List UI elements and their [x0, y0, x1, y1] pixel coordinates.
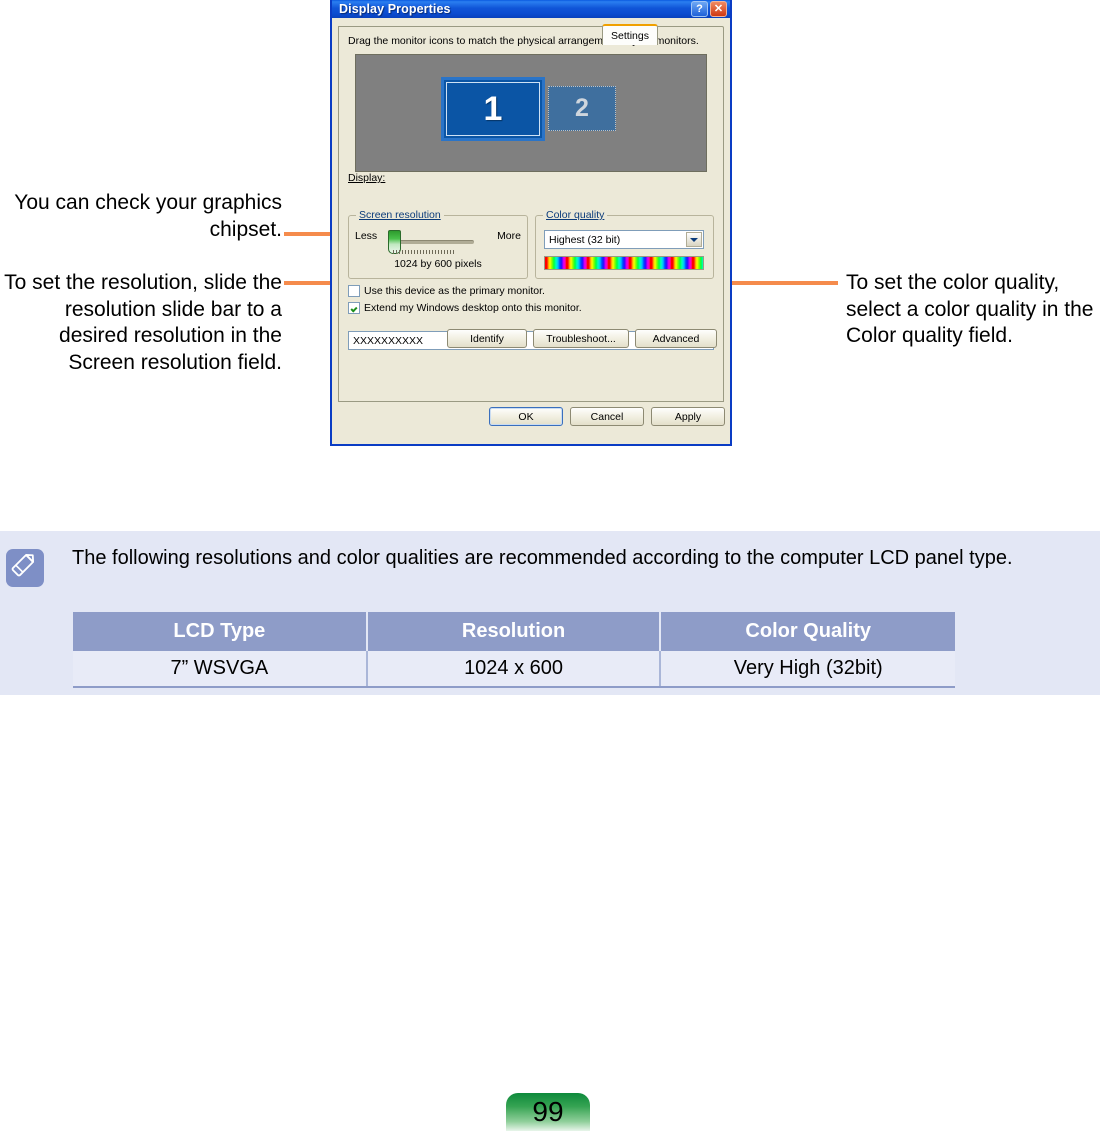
cell-color-quality: Very High (32bit) — [660, 651, 955, 688]
table-header-resolution: Resolution — [366, 612, 662, 651]
help-icon[interactable]: ? — [691, 1, 708, 17]
color-quality-group: Color quality Highest (32 bit) — [535, 209, 714, 279]
monitor-2-number: 2 — [575, 94, 589, 122]
titlebar-buttons: ? ✕ — [691, 1, 727, 17]
pencil-icon — [6, 549, 44, 587]
display-select-value: XXXXXXXXXX — [353, 334, 424, 347]
cancel-button[interactable]: Cancel — [570, 407, 644, 426]
table-header-color-quality: Color Quality — [660, 612, 955, 651]
dialog-title: Display Properties — [339, 2, 451, 16]
checkbox-extend-desktop-label: Extend my Windows desktop onto this moni… — [364, 302, 582, 314]
checkbox-extend-desktop-box[interactable] — [348, 302, 360, 314]
color-spectrum-bar — [544, 256, 704, 270]
screen-resolution-group-title: Screen resolution — [356, 209, 444, 221]
table-row: 7” WSVGA 1024 x 600 Very High (32bit) — [73, 651, 955, 688]
settings-tab-page: Drag the monitor icons to match the phys… — [338, 26, 724, 402]
ok-button[interactable]: OK — [489, 407, 563, 426]
display-label-text: Display: — [348, 172, 386, 184]
note-text: The following resolutions and color qual… — [72, 547, 1013, 569]
lcd-panel-table: LCD Type Resolution Color Quality 7” WSV… — [73, 612, 955, 688]
callout-screen-resolution: To set the resolution, slide the resolut… — [4, 271, 282, 374]
cell-resolution: 1024 x 600 — [366, 651, 662, 688]
apply-button[interactable]: Apply — [651, 407, 725, 426]
monitor-arrangement-hint: Drag the monitor icons to match the phys… — [348, 35, 699, 47]
screen-resolution-group: Screen resolution Less More 1024 by 600 … — [348, 209, 528, 279]
color-quality-group-title: Color quality — [543, 209, 608, 221]
display-label: Display: — [348, 172, 385, 184]
checkbox-primary-monitor-label: Use this device as the primary monitor. — [364, 285, 545, 297]
resolution-less-label: Less — [355, 230, 378, 242]
dialog-titlebar: Display Properties ? ✕ — [332, 0, 730, 18]
callout-graphics-chipset: You can check your graphics chipset. — [14, 191, 282, 241]
identify-button[interactable]: Identify — [447, 329, 527, 348]
cell-lcd-type: 7” WSVGA — [73, 651, 368, 688]
table-header-row: LCD Type Resolution Color Quality — [73, 612, 955, 651]
resolution-slider-track[interactable] — [392, 240, 474, 244]
color-quality-select[interactable]: Highest (32 bit) — [544, 230, 704, 249]
tab-settings[interactable]: Settings — [602, 24, 658, 45]
resolution-slider-ticks — [393, 250, 455, 254]
color-quality-chevron-down-icon[interactable] — [686, 232, 702, 247]
checkbox-primary-monitor[interactable]: Use this device as the primary monitor. — [348, 285, 545, 297]
checkbox-primary-monitor-box[interactable] — [348, 285, 360, 297]
table-header-lcd-type: LCD Type — [73, 612, 368, 651]
resolution-value-label: 1024 by 600 pixels — [394, 258, 482, 270]
troubleshoot-button[interactable]: Troubleshoot... — [533, 329, 629, 348]
callout-color-quality: To set the color quality, select a color… — [846, 271, 1094, 347]
display-properties-dialog: Display Properties ? ✕ Themes Desktop Sc… — [330, 0, 732, 446]
monitor-icon-1[interactable]: 1 — [441, 77, 545, 141]
monitor-1-number: 1 — [483, 89, 503, 128]
close-icon[interactable]: ✕ — [710, 1, 727, 17]
monitor-icon-2[interactable]: 2 — [548, 86, 616, 131]
resolution-more-label: More — [497, 230, 521, 242]
monitor-arrangement-stage[interactable]: 1 2 — [355, 54, 707, 172]
advanced-button[interactable]: Advanced — [635, 329, 717, 348]
color-quality-value: Highest (32 bit) — [549, 233, 621, 246]
checkbox-extend-desktop[interactable]: Extend my Windows desktop onto this moni… — [348, 302, 582, 314]
page-number: 99 — [506, 1093, 590, 1131]
